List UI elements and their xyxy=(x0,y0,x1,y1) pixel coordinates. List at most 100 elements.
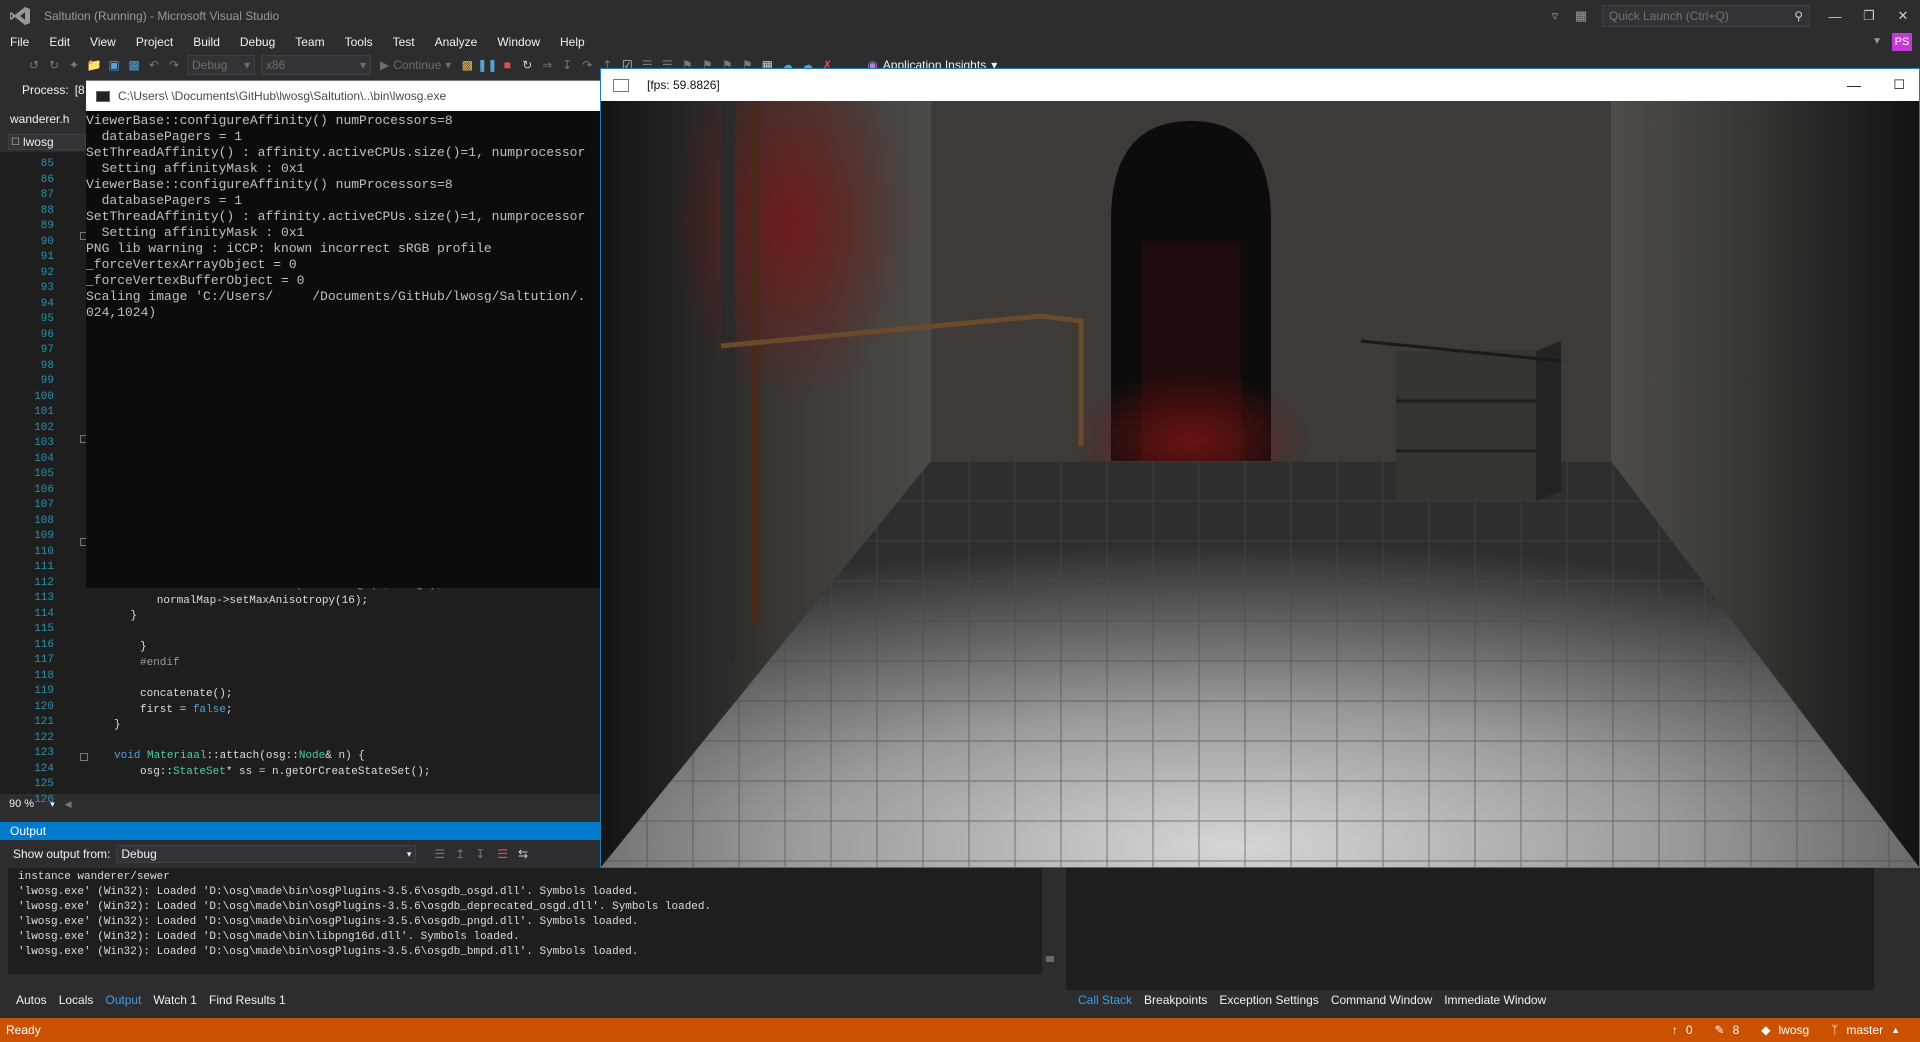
scroll-thumb[interactable] xyxy=(1046,956,1054,962)
output-source-select[interactable]: Debug ▾ xyxy=(116,845,417,863)
menu-tools[interactable]: Tools xyxy=(335,32,383,52)
3d-scene-viewport[interactable] xyxy=(601,101,1919,867)
menu-project[interactable]: Project xyxy=(126,32,183,52)
call-stack-scrollbar[interactable] xyxy=(1874,868,1890,990)
tab-find-results-1[interactable]: Find Results 1 xyxy=(203,991,292,1009)
quick-launch-box[interactable]: ⚲ xyxy=(1602,5,1810,27)
project-nav-dropdown[interactable]: ☐ lwosg xyxy=(8,134,86,150)
tab-command-window[interactable]: Command Window xyxy=(1325,991,1438,1009)
menu-help[interactable]: Help xyxy=(550,32,595,52)
save-all-icon[interactable]: ▩ xyxy=(124,55,144,75)
open-file-icon[interactable]: 📁 xyxy=(84,55,104,75)
project-icon: ☐ xyxy=(11,136,20,148)
restart-icon[interactable]: ↻ xyxy=(517,55,537,75)
output-text[interactable]: instance wanderer/sewer 'lwosg.exe' (Win3… xyxy=(8,868,1048,974)
tab-autos[interactable]: Autos xyxy=(10,991,53,1009)
back-icon[interactable]: ↺ xyxy=(24,55,44,75)
redo-icon[interactable]: ↷ xyxy=(164,55,184,75)
line-number: 98 xyxy=(40,359,54,372)
new-project-icon[interactable]: ✦ xyxy=(64,55,84,75)
fold-toggle[interactable] xyxy=(80,753,88,761)
console-line: ViewerBase::configureAffinity() numProce… xyxy=(86,113,453,128)
tab-wanderer-h[interactable]: wanderer.h xyxy=(10,112,69,126)
fps-readout: [fps: 59.8826] xyxy=(647,78,720,92)
platform-select[interactable]: x86 ▾ xyxy=(261,55,371,75)
continue-button[interactable]: ▶ Continue ▾ xyxy=(374,58,457,72)
visual-studio-logo-icon xyxy=(0,0,40,32)
configuration-select[interactable]: Debug ▾ xyxy=(187,55,255,75)
line-number: 88 xyxy=(40,204,54,217)
chevron-down-icon[interactable]: ▼ xyxy=(1872,32,1882,52)
unpushed-commits[interactable]: ↑ 0 xyxy=(1672,1023,1693,1037)
line-number: 94 xyxy=(40,297,54,310)
chevron-down-icon[interactable]: ▾ xyxy=(50,799,55,810)
zoom-level[interactable]: 90 % xyxy=(9,798,34,810)
tab-call-stack[interactable]: Call Stack xyxy=(1072,991,1138,1009)
notifications-icon[interactable]: ▦ xyxy=(1568,3,1594,29)
show-next-statement-icon[interactable]: ⇒ xyxy=(537,55,557,75)
close-button[interactable]: ✕ xyxy=(1886,0,1920,32)
pending-changes[interactable]: ✎ 8 xyxy=(1715,1023,1740,1037)
menu-team[interactable]: Team xyxy=(285,32,334,52)
menu-window[interactable]: Window xyxy=(487,32,550,52)
line-number: 86 xyxy=(40,173,54,186)
tab-breakpoints[interactable]: Breakpoints xyxy=(1138,991,1213,1009)
arrow-up-icon: ↑ xyxy=(1671,1023,1678,1037)
tab-locals[interactable]: Locals xyxy=(53,991,100,1009)
branch[interactable]: ᛉ master ▲ xyxy=(1831,1023,1900,1037)
debug-tabs-left: Autos Locals Output Watch 1 Find Results… xyxy=(0,991,1064,1009)
next-message-icon[interactable]: ↧ xyxy=(475,847,485,861)
line-number: 103 xyxy=(34,437,54,449)
output-horizontal-scrollbar[interactable] xyxy=(8,975,1048,989)
menu-view[interactable]: View xyxy=(80,32,126,52)
line-number: 92 xyxy=(40,266,54,279)
stop-icon[interactable]: ■ xyxy=(497,55,517,75)
tab-watch-1[interactable]: Watch 1 xyxy=(147,991,203,1009)
status-text: Ready xyxy=(6,1023,41,1037)
step-into-icon[interactable]: ↧ xyxy=(557,55,577,75)
tab-output[interactable]: Output xyxy=(99,991,147,1009)
process-select[interactable]: [8 xyxy=(75,83,85,97)
prev-message-icon[interactable]: ↥ xyxy=(455,847,465,861)
find-message-icon[interactable]: ☰ xyxy=(434,847,445,861)
scroll-left-icon[interactable]: ◀ xyxy=(65,799,72,810)
tab-exception-settings[interactable]: Exception Settings xyxy=(1213,991,1324,1009)
minimize-button[interactable]: — xyxy=(1847,77,1861,93)
title-bar: Saltution (Running) - Microsoft Visual S… xyxy=(0,0,1920,32)
maximize-button[interactable]: ☐ xyxy=(1893,77,1905,93)
chevron-down-icon: ▾ xyxy=(243,58,250,72)
save-icon[interactable]: ▣ xyxy=(104,55,124,75)
menu-file[interactable]: File xyxy=(0,32,39,52)
line-number: 123 xyxy=(34,747,54,759)
menu-debug[interactable]: Debug xyxy=(230,32,285,52)
minimize-button[interactable]: — xyxy=(1818,0,1852,32)
step-over-icon[interactable]: ↷ xyxy=(577,55,597,75)
avatar[interactable]: PS xyxy=(1892,33,1912,51)
clear-all-icon[interactable]: ☰ xyxy=(497,847,508,861)
undo-icon[interactable]: ↶ xyxy=(144,55,164,75)
feedback-filter-icon[interactable]: ▿ xyxy=(1542,3,1568,29)
line-number: 95 xyxy=(40,313,54,325)
console-line: SetThreadAffinity() : affinity.activeCPU… xyxy=(86,209,586,224)
word-wrap-icon[interactable]: ⇆ xyxy=(518,847,528,861)
output-panel-header[interactable]: Output xyxy=(0,822,600,840)
line-number: 104 xyxy=(34,452,54,465)
attach-icon[interactable]: ▩ xyxy=(457,55,477,75)
render-window[interactable]: [fps: 59.8826] — ☐ xyxy=(600,68,1920,868)
tab-immediate-window[interactable]: Immediate Window xyxy=(1438,991,1552,1009)
output-vertical-scrollbar[interactable] xyxy=(1042,868,1058,974)
console-title: C:\Users\ \Documents\GitHub\lwosg\Saltut… xyxy=(118,89,447,103)
menu-test[interactable]: Test xyxy=(383,32,425,52)
call-stack-panel[interactable] xyxy=(1066,868,1890,990)
forward-icon[interactable]: ↻ xyxy=(44,55,64,75)
pause-icon[interactable]: ❚❚ xyxy=(477,55,497,75)
code-line-122: } xyxy=(114,719,121,731)
output-line: 'lwosg.exe' (Win32): Loaded 'D:\osg\made… xyxy=(18,886,639,898)
restore-button[interactable]: ❐ xyxy=(1852,0,1886,32)
menu-build[interactable]: Build xyxy=(183,32,230,52)
menu-analyze[interactable]: Analyze xyxy=(425,32,488,52)
repository[interactable]: ◆ lwosg xyxy=(1761,1023,1809,1037)
menu-edit[interactable]: Edit xyxy=(39,32,80,52)
console-window[interactable]: C:\Users\ \Documents\GitHub\lwosg\Saltut… xyxy=(86,80,600,588)
quick-launch-input[interactable] xyxy=(1609,9,1795,23)
